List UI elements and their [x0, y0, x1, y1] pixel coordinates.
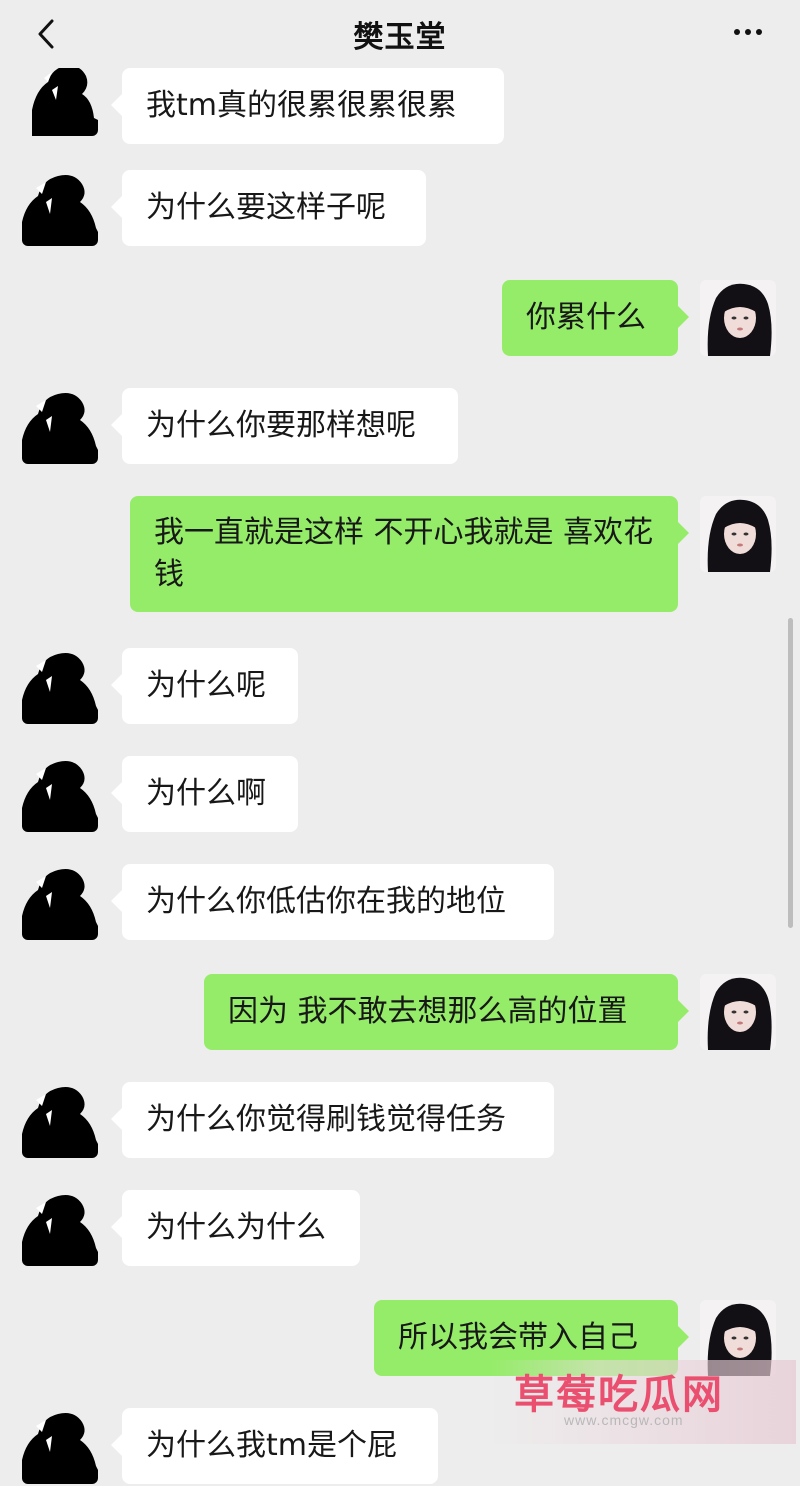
outgoing-message-bubble[interactable]: 我一直就是这样 不开心我就是 喜欢花钱: [130, 496, 689, 612]
incoming-message-bubble[interactable]: 为什么我tm是个屁: [111, 1408, 438, 1484]
user-avatar[interactable]: [700, 280, 776, 356]
incoming-message-bubble[interactable]: 为什么为什么: [111, 1190, 360, 1266]
contact-avatar[interactable]: [22, 60, 98, 136]
user-avatar[interactable]: [700, 974, 776, 1050]
user-avatar[interactable]: [700, 496, 776, 572]
incoming-message-bubble[interactable]: 为什么你低估你在我的地位: [111, 864, 554, 940]
incoming-message-bubble[interactable]: 为什么呢: [111, 648, 298, 724]
outgoing-message-bubble[interactable]: 你累什么: [502, 280, 689, 356]
contact-avatar[interactable]: [22, 1190, 98, 1266]
contact-avatar[interactable]: [22, 170, 98, 246]
chat-header: 樊玉堂: [0, 0, 800, 68]
incoming-message-bubble[interactable]: 为什么要这样子呢: [111, 170, 426, 246]
watermark: 草莓吃瓜网 www.cmcgw.com: [490, 1360, 796, 1444]
chat-title: 樊玉堂: [353, 20, 447, 55]
incoming-message-bubble[interactable]: 为什么你要那样想呢: [111, 388, 458, 464]
scrollbar[interactable]: [788, 618, 793, 928]
message-list[interactable]: 我tm真的很累很累很累 为什么要这样子呢 你累什么 为什么你要那样想呢 我一直就…: [0, 60, 800, 1486]
contact-avatar[interactable]: [22, 388, 98, 464]
contact-avatar[interactable]: [22, 756, 98, 832]
more-options-icon[interactable]: [730, 20, 766, 44]
contact-avatar[interactable]: [22, 1408, 98, 1484]
outgoing-message-bubble[interactable]: 因为 我不敢去想那么高的位置: [204, 974, 689, 1050]
contact-avatar[interactable]: [22, 648, 98, 724]
incoming-message-bubble[interactable]: 为什么你觉得刷钱觉得任务: [111, 1082, 554, 1158]
incoming-message-bubble[interactable]: 我tm真的很累很累很累: [111, 68, 504, 144]
incoming-message-bubble[interactable]: 为什么啊: [111, 756, 298, 832]
contact-avatar[interactable]: [22, 1082, 98, 1158]
watermark-url: www.cmcgw.com: [564, 1412, 684, 1428]
contact-avatar[interactable]: [22, 864, 98, 940]
